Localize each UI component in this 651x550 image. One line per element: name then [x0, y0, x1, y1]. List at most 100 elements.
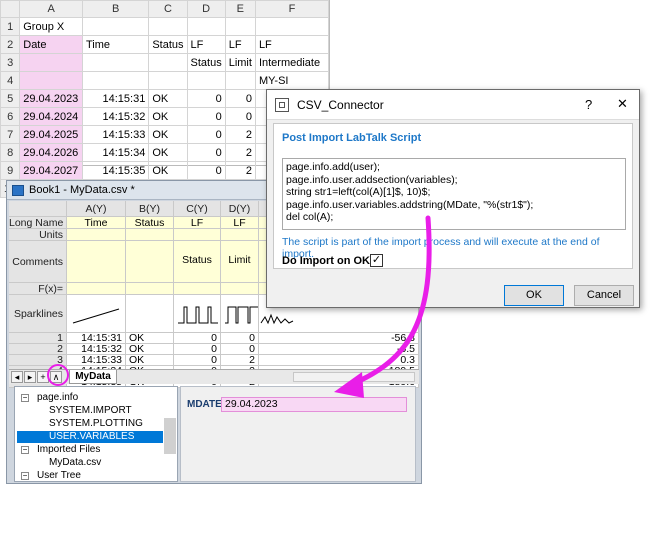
data-cell[interactable]: 14:15:31 [67, 333, 126, 344]
column-header[interactable]: C [148, 0, 188, 18]
column-header[interactable]: E [224, 0, 256, 18]
column-header[interactable]: F [254, 0, 330, 18]
sheet-cell[interactable]: 14:15:34 [81, 143, 150, 162]
sheet-cell[interactable]: 0 [186, 89, 226, 108]
sheet-cell[interactable]: Status [186, 53, 226, 72]
row-number[interactable]: 2 [0, 35, 21, 54]
sheet-cell[interactable]: OK [148, 161, 188, 180]
sheet-cell[interactable]: 0 [186, 143, 226, 162]
sheet-cell[interactable]: OK [148, 143, 188, 162]
label-cell[interactable] [174, 283, 221, 295]
column-header[interactable]: B(Y) [126, 201, 174, 217]
sheet-cell[interactable]: 2 [224, 161, 256, 180]
sheet-cell[interactable]: 14:15:35 [81, 161, 150, 180]
tree-item[interactable]: SYSTEM.IMPORT [17, 405, 163, 417]
data-cell[interactable]: 0 [221, 333, 259, 344]
row-number[interactable]: 9 [0, 161, 21, 180]
sheet-cell[interactable]: 2 [224, 143, 256, 162]
sheet-cell[interactable]: Intermediate [254, 53, 330, 72]
sheet-cell[interactable]: Time [81, 35, 150, 54]
collapse-icon[interactable]: − [21, 446, 29, 454]
row-number[interactable]: 1 [0, 17, 21, 36]
label-cell[interactable] [67, 241, 126, 283]
cancel-button[interactable]: Cancel [574, 285, 634, 306]
column-header[interactable]: D [186, 0, 226, 18]
tree-item[interactable]: Imported Files − [17, 444, 163, 456]
row-number[interactable]: 5 [0, 89, 21, 108]
collapse-icon[interactable]: − [21, 394, 29, 402]
sheet-cell[interactable]: 29.04.2027 [19, 161, 83, 180]
sheet-tab-mydata[interactable]: MyData [69, 370, 117, 384]
sheet-cell[interactable] [81, 17, 150, 36]
label-cell[interactable]: LF [174, 217, 221, 229]
corner-cell[interactable] [9, 201, 67, 217]
ok-button[interactable]: OK [504, 285, 564, 306]
sheet-cell[interactable]: Status [148, 35, 188, 54]
sheet-cell[interactable]: 29.04.2023 [19, 89, 83, 108]
sheet-cell[interactable]: 0 [224, 107, 256, 126]
sheet-cell[interactable]: 0 [186, 161, 226, 180]
sheet-cell[interactable]: 29.04.2024 [19, 107, 83, 126]
close-icon[interactable]: ✕ [617, 96, 628, 112]
tree-item[interactable]: SYSTEM.PLOTTING [17, 418, 163, 430]
label-cell[interactable] [126, 229, 174, 241]
label-cell[interactable] [221, 295, 259, 333]
label-cell[interactable] [126, 283, 174, 295]
sheet-cell[interactable] [81, 53, 150, 72]
sheet-cell[interactable]: 29.04.2025 [19, 125, 83, 144]
sheet-cell[interactable] [19, 71, 83, 90]
sheet-cell[interactable]: 14:15:33 [81, 125, 150, 144]
data-cell[interactable]: 0 [221, 344, 259, 355]
sheet-cell[interactable]: OK [148, 125, 188, 144]
sheet-cell[interactable]: 29.04.2026 [19, 143, 83, 162]
sheet-cell[interactable]: LF [224, 35, 256, 54]
sheet-cell[interactable] [81, 71, 150, 90]
dialog-title-bar[interactable]: CSV_Connector ? ✕ [267, 90, 639, 120]
row-number[interactable]: 4 [0, 71, 21, 90]
corner-cell[interactable] [0, 0, 21, 18]
label-cell[interactable] [67, 229, 126, 241]
row-number[interactable]: 1 [9, 333, 67, 344]
sheet-cell[interactable]: 14:15:31 [81, 89, 150, 108]
sheet-cell[interactable]: MY-SI [254, 71, 330, 90]
row-number[interactable]: 7 [0, 125, 21, 144]
sheet-cell[interactable]: 0 [224, 89, 256, 108]
row-number[interactable]: 3 [0, 53, 21, 72]
data-cell[interactable]: 14:15:33 [67, 355, 126, 366]
sheet-cell[interactable] [148, 53, 188, 72]
sheet-cell[interactable]: Date [19, 35, 83, 54]
data-cell[interactable]: OK [126, 333, 174, 344]
sheet-nav-button[interactable]: ◂ [11, 371, 23, 383]
column-header[interactable]: A [19, 0, 83, 18]
sheet-cell[interactable] [224, 17, 256, 36]
help-button[interactable]: ? [585, 97, 592, 112]
label-cell[interactable] [126, 295, 174, 333]
column-header[interactable]: C(Y) [174, 201, 221, 217]
sheet-cell[interactable] [224, 71, 256, 90]
data-cell[interactable]: 0 [174, 333, 221, 344]
data-cell[interactable]: OK [126, 344, 174, 355]
column-header[interactable]: D(Y) [221, 201, 259, 217]
sheet-nav-button[interactable]: ▸ [24, 371, 36, 383]
sheet-cell[interactable]: LF [254, 35, 330, 54]
column-header[interactable]: B [81, 0, 150, 18]
sheet-cell[interactable]: 0 [186, 107, 226, 126]
row-number[interactable]: 8 [0, 143, 21, 162]
sheet-cell[interactable]: 0 [186, 125, 226, 144]
label-cell[interactable]: Status [126, 217, 174, 229]
label-cell[interactable] [174, 229, 221, 241]
data-cell[interactable]: 0 [174, 344, 221, 355]
sheet-cell[interactable] [254, 17, 330, 36]
label-cell[interactable] [221, 283, 259, 295]
label-cell[interactable]: Status [174, 241, 221, 283]
label-cell[interactable] [174, 295, 221, 333]
sheet-cell[interactable]: Group X [19, 17, 83, 36]
label-cell[interactable]: Time [67, 217, 126, 229]
tree-scrollbar[interactable] [164, 418, 176, 454]
data-cell[interactable]: OK [126, 355, 174, 366]
tree-item[interactable]: User Tree − [17, 470, 163, 482]
label-cell[interactable] [126, 241, 174, 283]
data-cell[interactable]: 14:15:32 [67, 344, 126, 355]
label-cell[interactable] [221, 229, 259, 241]
sheet-cell[interactable] [148, 71, 188, 90]
